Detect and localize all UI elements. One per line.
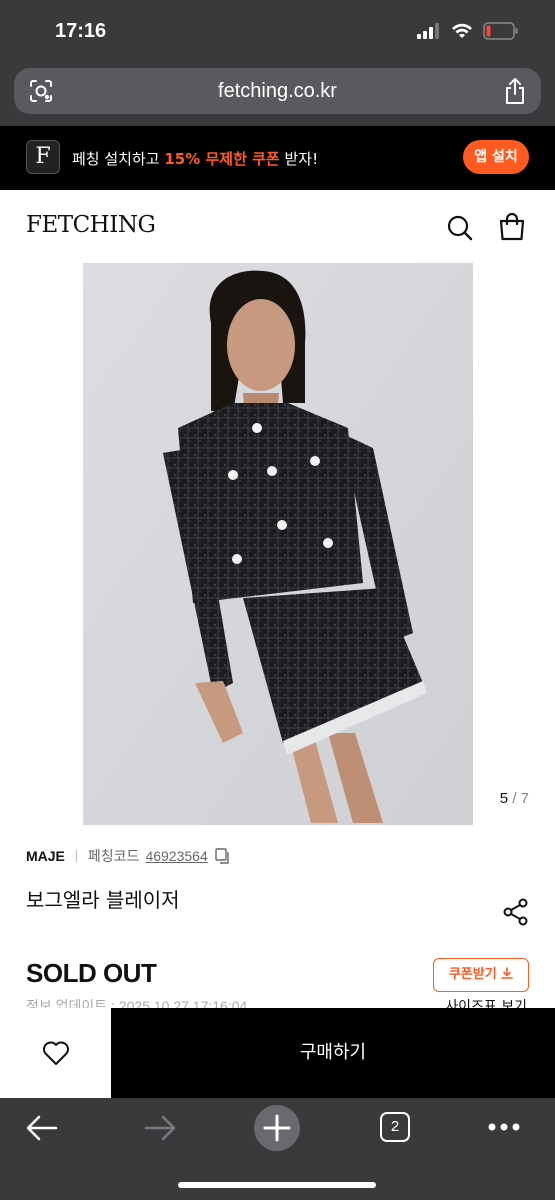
fetching-app-logo: F bbox=[26, 140, 60, 174]
address-bar[interactable]: fetching.co.kr bbox=[14, 68, 541, 114]
url-text[interactable]: fetching.co.kr bbox=[14, 80, 541, 103]
coupon-download-button[interactable]: 쿠폰받기 bbox=[433, 958, 529, 992]
purchase-bar: 구매하기 bbox=[0, 1008, 555, 1098]
copy-icon[interactable] bbox=[215, 848, 231, 864]
browser-toolbar: 2 bbox=[0, 1098, 555, 1200]
shopping-bag-icon[interactable] bbox=[498, 212, 526, 242]
more-dots-icon[interactable] bbox=[488, 1122, 520, 1132]
share-icon[interactable] bbox=[503, 898, 529, 926]
fetching-logo[interactable]: FETCHING bbox=[26, 212, 156, 238]
back-arrow-icon[interactable] bbox=[26, 1114, 58, 1142]
app-install-banner: F 페칭 설치하고 15% 무제한 쿠폰 받자! 앱 설치 bbox=[0, 126, 555, 190]
install-app-button[interactable]: 앱 설치 bbox=[463, 140, 529, 174]
divider bbox=[75, 850, 77, 862]
battery-low-icon bbox=[483, 22, 518, 40]
forward-arrow-icon[interactable] bbox=[144, 1114, 176, 1142]
code-label: 페칭코드 bbox=[87, 848, 140, 864]
product-code[interactable]: 46923564 bbox=[145, 848, 207, 864]
buy-button[interactable]: 구매하기 bbox=[111, 1008, 555, 1098]
brand-line: MAJE 페칭코드 46923564 bbox=[26, 846, 231, 866]
wifi-icon bbox=[452, 23, 472, 38]
model-photo bbox=[83, 263, 473, 825]
browser-address-area: fetching.co.kr bbox=[0, 62, 555, 126]
tabs-count-button[interactable]: 2 bbox=[380, 1112, 410, 1142]
share-sheet-icon[interactable] bbox=[503, 77, 527, 105]
new-tab-button[interactable] bbox=[254, 1105, 300, 1151]
status-bar: 17:16 bbox=[0, 0, 555, 62]
heart-icon bbox=[43, 1041, 69, 1065]
image-counter: 5 / 7 bbox=[499, 790, 529, 807]
search-icon[interactable] bbox=[446, 214, 474, 242]
product-title: 보그엘라 블레이저 bbox=[26, 888, 180, 912]
banner-message: 페칭 설치하고 15% 무제한 쿠폰 받자! bbox=[72, 150, 319, 168]
home-indicator bbox=[178, 1182, 376, 1188]
status-time: 17:16 bbox=[55, 20, 107, 42]
brand-name[interactable]: MAJE bbox=[26, 848, 65, 864]
plus-icon bbox=[263, 1114, 291, 1142]
sold-out-status: SOLD OUT bbox=[26, 958, 157, 988]
banner-highlight: 15% 무제한 쿠폰 bbox=[164, 150, 280, 168]
download-icon bbox=[501, 967, 513, 979]
cellular-signal-icon bbox=[417, 23, 439, 39]
wishlist-button[interactable] bbox=[0, 1008, 111, 1098]
product-image[interactable] bbox=[83, 263, 473, 825]
